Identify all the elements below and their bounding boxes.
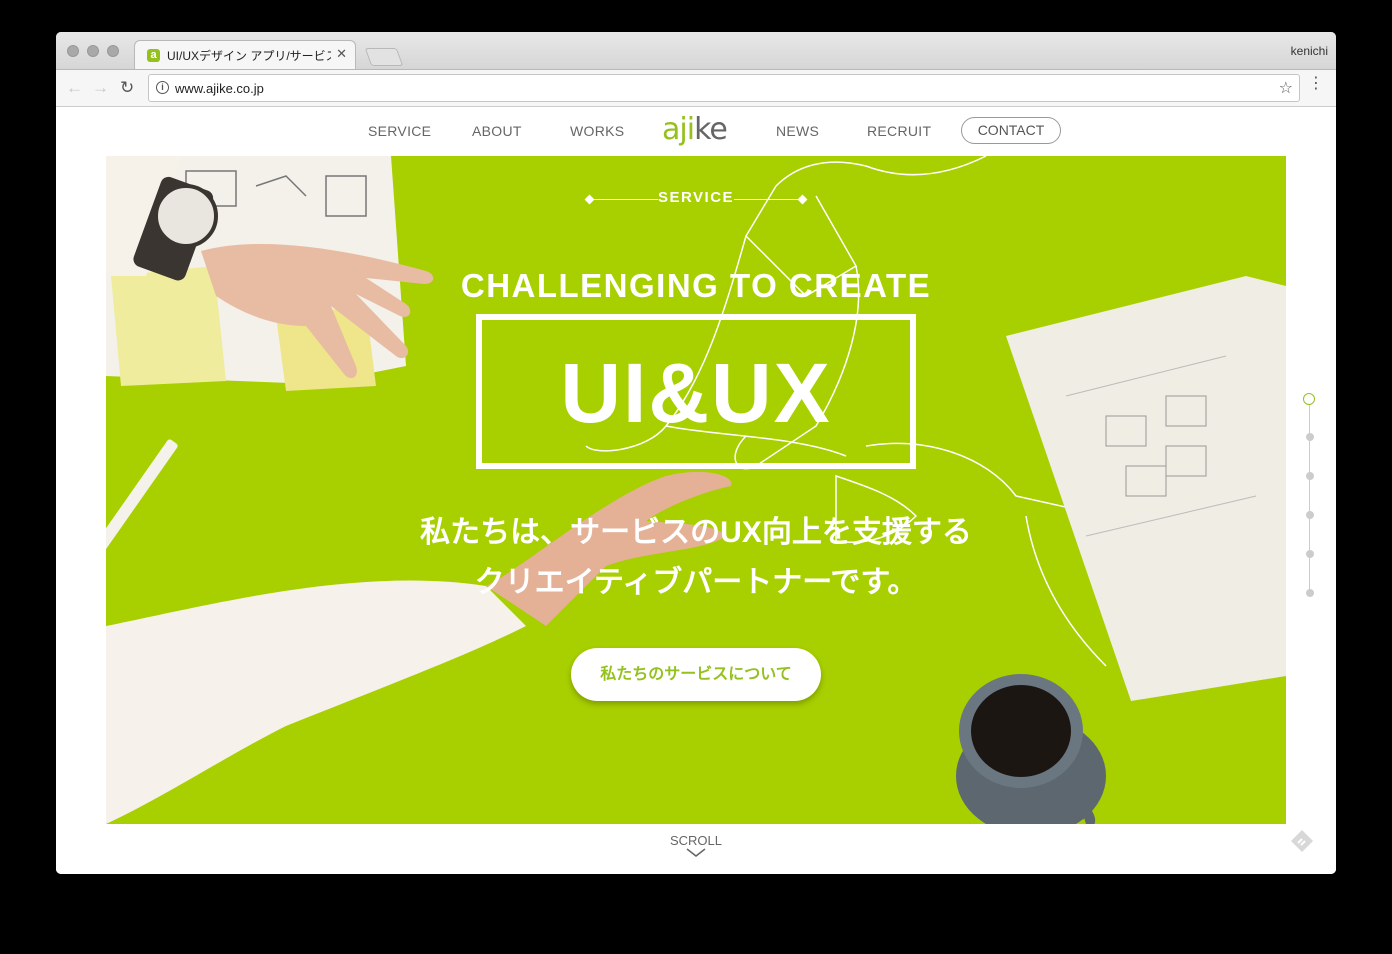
section-eyebrow: SERVICE <box>584 189 808 207</box>
zoom-window-button[interactable] <box>107 45 119 57</box>
browser-titlebar: a UI/UXデザイン アプリ/サービス開 ✕ kenichi <box>56 32 1336 69</box>
hero-lead-line: 私たちは、サービスのUX向上を支援する <box>420 516 972 549</box>
eyebrow-label: SERVICE <box>657 189 735 206</box>
eyebrow-diamond-icon <box>797 194 808 205</box>
back-icon[interactable]: ← <box>66 78 83 98</box>
nav-about[interactable]: ABOUT <box>472 123 522 139</box>
info-icon[interactable]: i <box>156 81 169 94</box>
hero-title-box: UI&UX <box>476 314 916 469</box>
hero-title: UI&UX <box>560 346 832 440</box>
hero-lead: 私たちは、サービスのUX向上を支援する クリエイティブパートナーです。 <box>346 508 1046 608</box>
nav-works[interactable]: WORKS <box>570 123 624 139</box>
pager-dot[interactable] <box>1306 589 1314 597</box>
eyebrow-diamond-icon <box>584 194 595 205</box>
url-text[interactable]: www.ajike.co.jp <box>175 81 264 96</box>
new-tab-button[interactable] <box>364 48 404 66</box>
pencil-image <box>106 439 178 588</box>
service-cta-button[interactable]: 私たちのサービスについて <box>571 648 821 701</box>
site-logo[interactable]: ajike <box>662 112 728 147</box>
profile-name[interactable]: kenichi <box>1291 44 1328 58</box>
browser-window: a UI/UXデザイン アプリ/サービス開 ✕ kenichi ← → ↻ i … <box>56 32 1336 874</box>
reload-icon[interactable]: ↻ <box>120 78 134 98</box>
bookmark-star-icon[interactable]: ☆ <box>1279 78 1293 98</box>
site-nav: SERVICE ABOUT WORKS ajike NEWS RECRUIT C… <box>56 107 1336 156</box>
coffee-cup-image <box>956 674 1106 824</box>
logo-gray-part: ke <box>694 112 728 147</box>
section-pager <box>1302 393 1318 603</box>
tab-close-icon[interactable]: ✕ <box>336 46 347 62</box>
pager-dot[interactable] <box>1306 472 1314 480</box>
address-bar[interactable]: i www.ajike.co.jp ☆ <box>148 74 1300 102</box>
sticky-note-image <box>111 266 226 386</box>
browser-tab[interactable]: a UI/UXデザイン アプリ/サービス開 ✕ <box>134 40 356 69</box>
eyebrow-divider <box>734 199 798 200</box>
scroll-indicator[interactable]: SCROLL <box>646 833 746 858</box>
hero-illustration <box>106 156 1286 824</box>
pager-dot[interactable] <box>1306 511 1314 519</box>
nav-recruit[interactable]: RECRUIT <box>867 123 931 139</box>
close-window-button[interactable] <box>67 45 79 57</box>
pager-dot[interactable] <box>1306 433 1314 441</box>
nav-service[interactable]: SERVICE <box>368 123 431 139</box>
pager-dot-active[interactable] <box>1303 393 1315 405</box>
scroll-label: SCROLL <box>669 833 723 848</box>
minimize-window-button[interactable] <box>87 45 99 57</box>
eyebrow-divider <box>594 199 658 200</box>
hero-lead-line: クリエイティブパートナーです。 <box>474 566 918 599</box>
nav-news[interactable]: NEWS <box>776 123 819 139</box>
contact-button[interactable]: CONTACT <box>961 117 1061 144</box>
pager-dot[interactable] <box>1306 550 1314 558</box>
pager-track <box>1309 403 1310 593</box>
browser-menu-icon[interactable]: ⋮ <box>1308 76 1324 92</box>
chevron-down-icon <box>686 848 706 857</box>
logo-green-part: aji <box>662 112 695 147</box>
web-page: SERVICE ABOUT WORKS ajike NEWS RECRUIT C… <box>56 107 1336 874</box>
favicon-icon: a <box>147 49 160 62</box>
hero-section: SERVICE CHALLENGING TO CREATE UI&UX 私たちは… <box>106 156 1286 824</box>
tab-title: UI/UXデザイン アプリ/サービス開 <box>167 49 331 63</box>
wireframe-paper-image <box>1006 276 1286 701</box>
forward-icon[interactable]: → <box>92 78 109 98</box>
browser-toolbar: ← → ↻ i www.ajike.co.jp ☆ ⋮ <box>56 69 1336 107</box>
hero-tagline: CHALLENGING TO CREATE <box>460 267 932 304</box>
feedly-icon[interactable] <box>1290 829 1314 853</box>
